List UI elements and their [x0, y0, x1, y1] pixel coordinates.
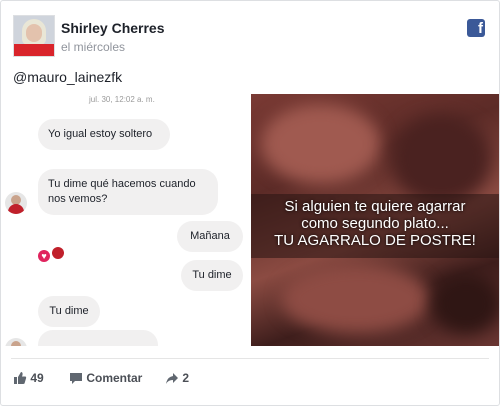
chat-message-partial [38, 330, 158, 346]
meme-text: Si alguien te quiere agarrar como segund… [251, 198, 499, 249]
chat-message: Yo igual estoy soltero [38, 119, 170, 150]
chat-message: Mañana [177, 221, 243, 252]
chat-message: Tu dime qué hacemos cuando nos vemos? [38, 169, 218, 215]
chat-message: Tu dime [38, 296, 100, 327]
contact-avatar [5, 192, 27, 214]
chat-message: Tu dime [181, 260, 243, 291]
meme-line: Si alguien te quiere agarrar [284, 198, 466, 215]
author-name[interactable]: Shirley Cherres [61, 20, 165, 36]
comment-label: Comentar [86, 371, 143, 385]
post-header: Shirley Cherres el miércoles f [9, 11, 491, 61]
author-avatar[interactable] [13, 15, 55, 57]
comment-button[interactable]: Comentar [69, 371, 142, 385]
chat-screenshot: jul. 30, 12:02 a. m. Yo igual estoy solt… [1, 94, 249, 346]
meme-line: como segundo plato... [301, 215, 449, 232]
like-count: 49 [30, 371, 44, 385]
like-button[interactable]: 49 [13, 371, 44, 385]
share-icon [166, 373, 178, 384]
share-count: 2 [182, 371, 190, 385]
divider [11, 358, 489, 359]
like-icon [14, 372, 27, 384]
post-media[interactable]: jul. 30, 12:02 a. m. Yo igual estoy solt… [1, 94, 499, 346]
facebook-icon[interactable]: f [467, 19, 485, 37]
meme-image[interactable]: Si alguien te quiere agarrar como segund… [251, 94, 499, 346]
post-card: Shirley Cherres el miércoles f @mauro_la… [0, 0, 500, 406]
share-button[interactable]: 2 [165, 371, 189, 385]
meme-line: TU AGARRALO DE POSTRE! [274, 232, 476, 249]
message-reactions: ♥ [38, 246, 66, 264]
heart-reaction-icon: ♥ [38, 250, 50, 262]
post-caption: @mauro_lainezfk [13, 69, 123, 85]
contact-avatar [5, 338, 27, 346]
post-time[interactable]: el miércoles [61, 40, 125, 54]
comment-icon [70, 373, 82, 384]
reactor-avatar [52, 247, 64, 259]
chat-timestamp: jul. 30, 12:02 a. m. [89, 95, 155, 104]
